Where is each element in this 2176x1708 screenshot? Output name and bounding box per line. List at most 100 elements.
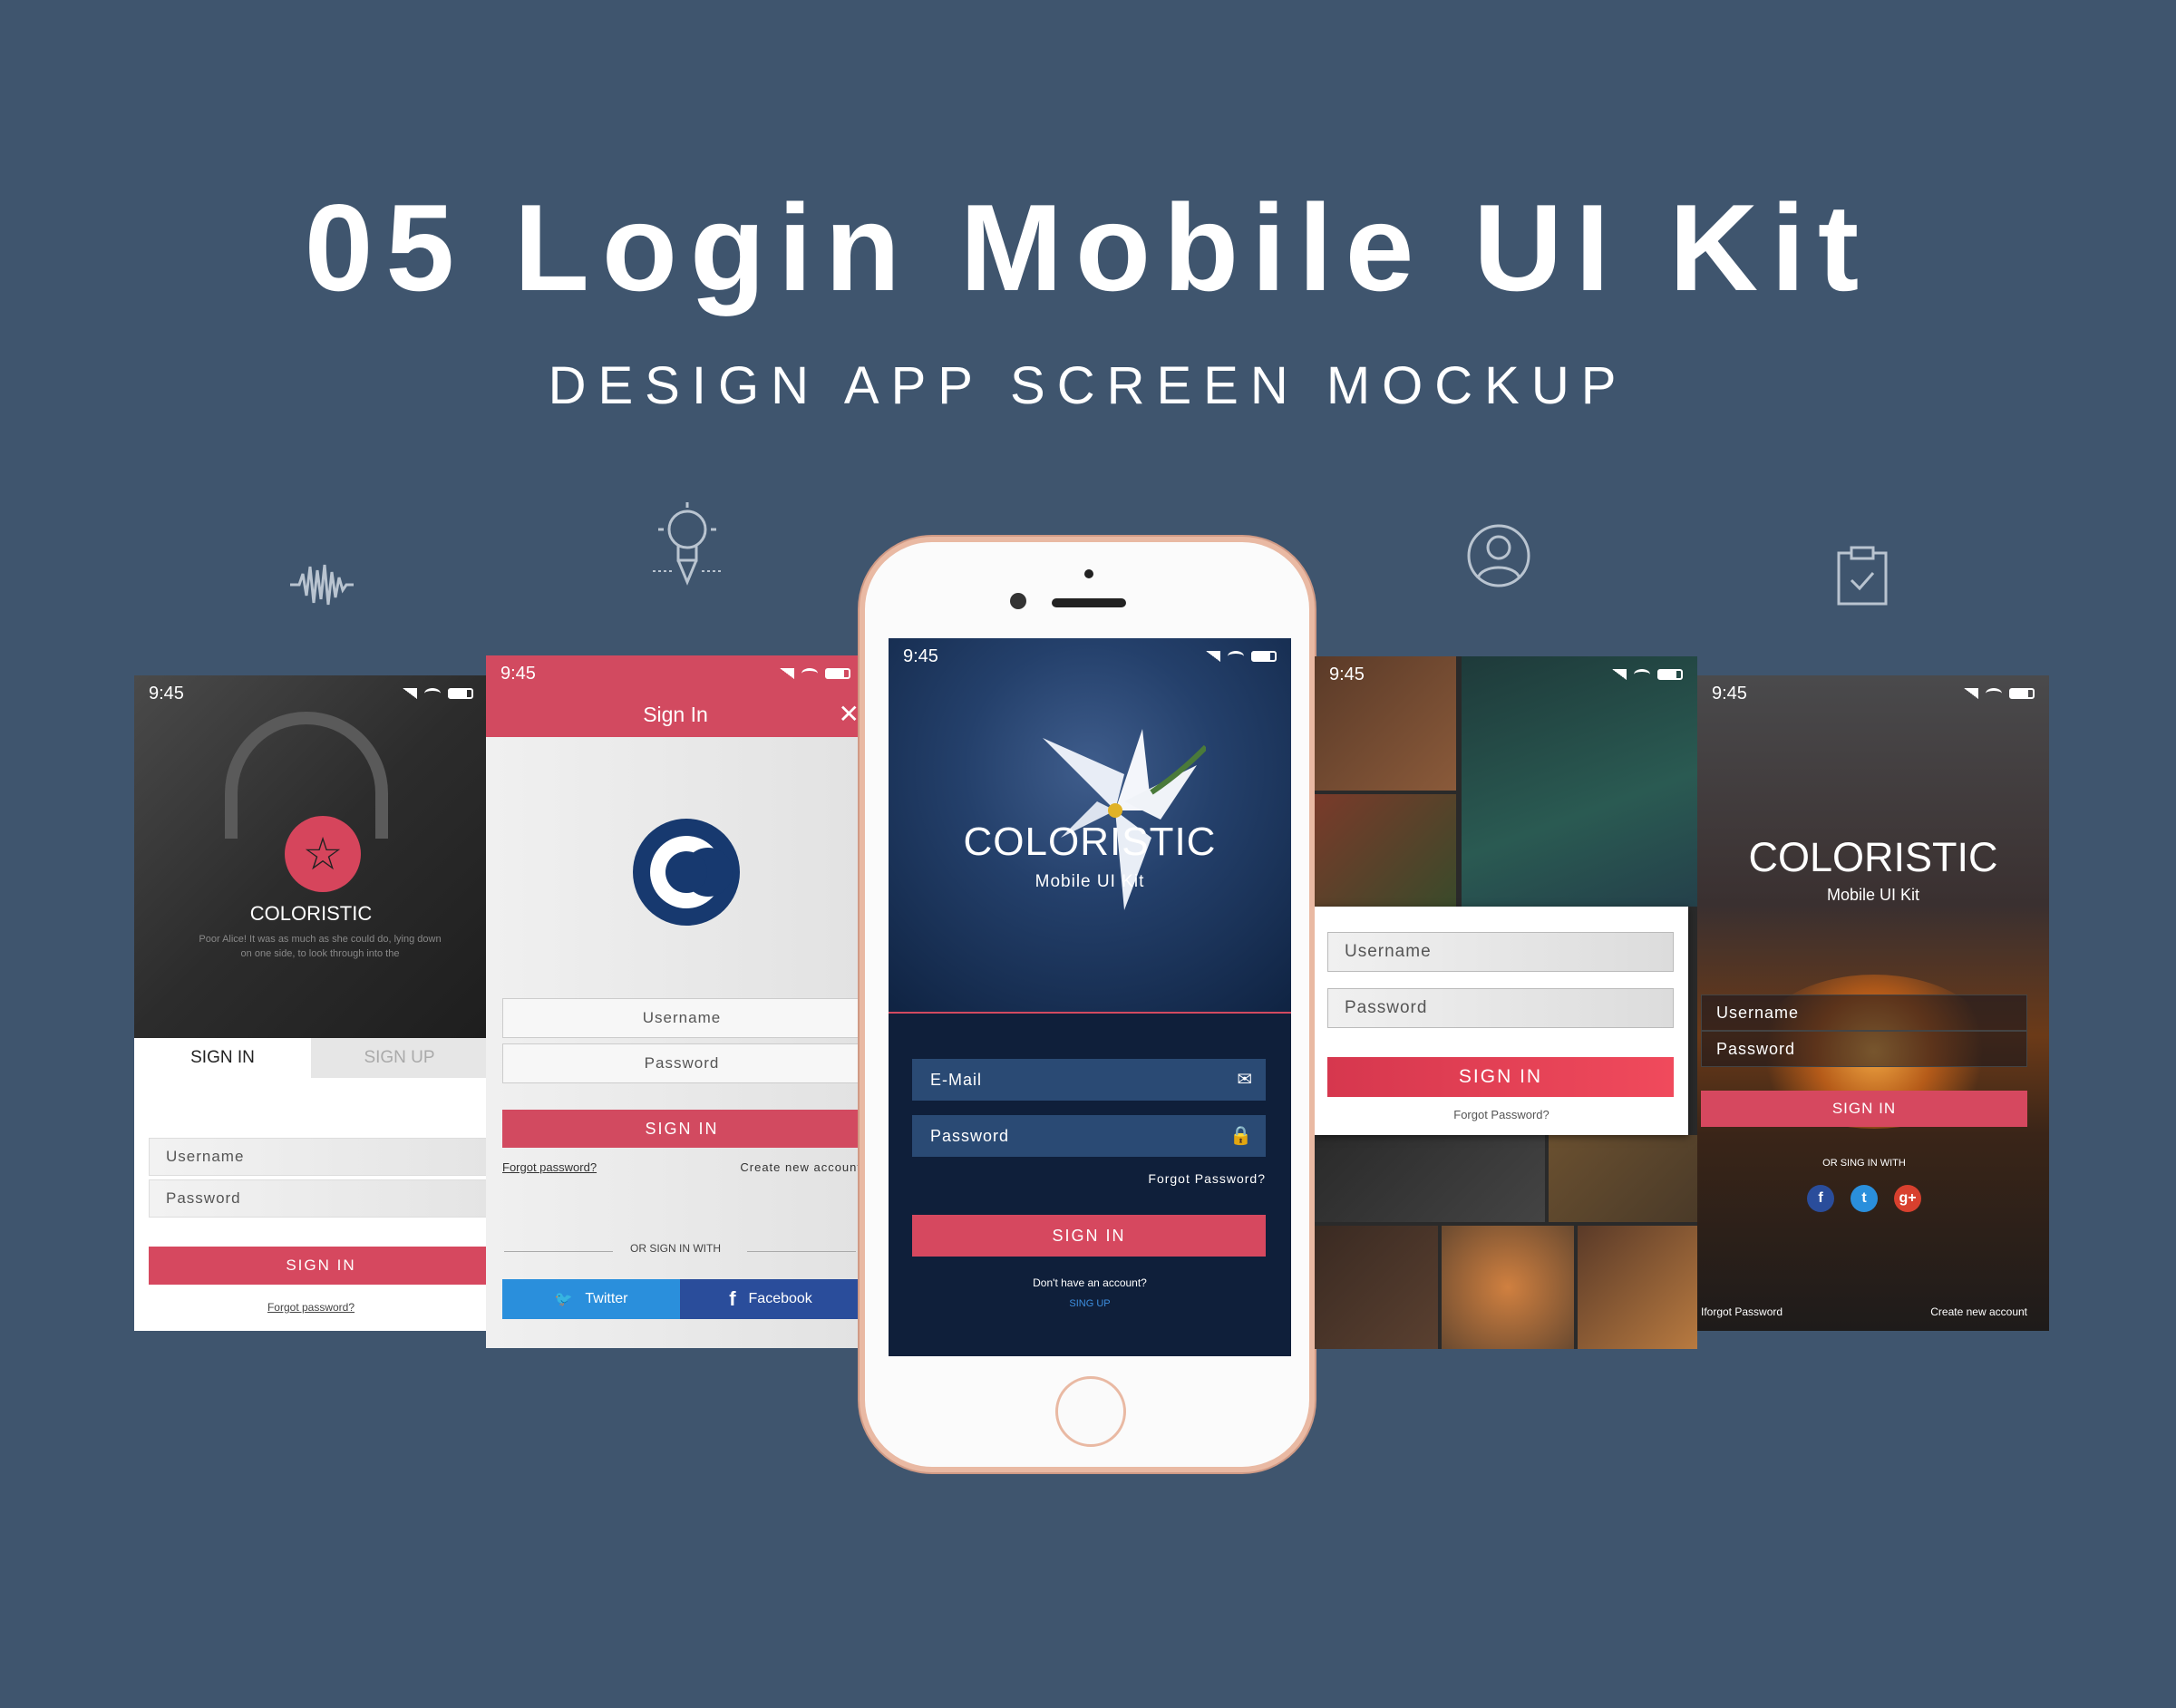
google-plus-icon[interactable]: g+ [1894,1185,1921,1212]
status-bar: 9:45 [1697,675,2049,712]
create-account-link[interactable]: Create new account [740,1160,861,1174]
page-title: 05 Login Mobile UI Kit [304,179,1872,316]
soup-photo [1442,1226,1574,1349]
divider [747,1251,856,1252]
forgot-password-link[interactable]: Forgot password? [502,1160,597,1174]
brand-subtitle: Mobile UI Kit [1826,886,1920,904]
no-account-text: Don't have an account? [1033,1276,1147,1289]
status-bar: 9:45 [486,655,865,692]
proximity-sensor [1084,569,1093,578]
or-sign-in-label: OR SING IN WITH [1822,1158,1906,1169]
wifi-icon [1986,688,2002,699]
password-input[interactable]: Password [1327,988,1674,1028]
brand-blurb: Poor Alice! It was as much as she could … [199,934,442,959]
woman-photo [1462,656,1697,907]
home-button[interactable] [1055,1376,1126,1447]
username-input[interactable]: Username [1327,932,1674,972]
password-input[interactable]: Password [1701,1031,2027,1067]
twitter-button[interactable]: 🐦 Twitter [502,1279,680,1319]
sign-in-button[interactable]: SIGN IN [912,1215,1266,1257]
food-photo [1549,1135,1697,1222]
forgot-password-link[interactable]: Iforgot Password [1701,1305,1783,1318]
spices-photo [1315,1226,1438,1349]
username-input[interactable]: Username [149,1138,488,1176]
signal-icon [780,668,794,679]
status-time: 9:45 [149,683,184,704]
food-photo [1315,1135,1545,1222]
user-icon [1465,522,1532,589]
hero-image: ☆ COLORISTIC Poor Alice! It was as much … [134,675,488,1038]
forgot-password-link[interactable]: Forgot Password? [1315,1108,1688,1121]
food-photo [1315,794,1456,907]
create-account-link[interactable]: Create new account [1930,1305,2027,1318]
twitter-icon[interactable]: t [1851,1185,1878,1212]
brand-name: COLORISTIC [1748,834,1998,880]
tab-sign-in[interactable]: SIGN IN [134,1038,311,1078]
hero-image: COLORISTIC Mobile UI Kit [889,638,1291,1012]
username-input[interactable]: Username [1701,995,2027,1031]
twitter-label: Twitter [585,1291,628,1306]
battery-icon [825,668,850,679]
forgot-password-link[interactable]: Forgot password? [134,1301,488,1314]
facebook-button[interactable]: f Facebook [680,1279,861,1319]
tab-sign-up[interactable]: SIGN UP [311,1038,488,1078]
mail-icon: ✉ [1237,1070,1253,1090]
battery-icon [448,688,473,699]
battery-icon [2009,688,2035,699]
password-input[interactable]: Password 🔒 [912,1115,1266,1157]
email-placeholder: E-Mail [930,1071,983,1089]
lightbulb-icon [649,500,725,589]
auth-tabs: SIGN IN SIGN UP [134,1038,488,1078]
login-screen-3: COLORISTIC Mobile UI Kit 9:45 E-Mail ✉ P… [889,638,1291,1356]
forgot-password-link[interactable]: Forgot Password? [1148,1171,1266,1186]
battery-icon [1251,651,1277,662]
or-sign-in-label: OR SIGN IN WITH [630,1242,721,1255]
signal-icon [1612,669,1627,680]
header-title: Sign In [643,703,708,726]
sign-in-button[interactable]: SIGN IN [1701,1091,2027,1127]
social-buttons: f t g+ [1697,1185,2031,1212]
page-subtitle: DESIGN APP SCREEN MOCKUP [548,356,1628,415]
facebook-icon: f [729,1287,736,1310]
facebook-icon[interactable]: f [1807,1185,1834,1212]
login-card: Username Password SIGN IN Forgot Passwor… [1315,907,1688,1135]
password-input[interactable]: Password [149,1179,488,1218]
soundwave-icon [288,558,355,612]
sign-up-link[interactable]: SING UP [889,1298,1291,1309]
signal-icon [403,688,417,699]
wifi-icon [801,668,818,679]
status-time: 9:45 [1329,664,1365,684]
sign-in-button[interactable]: SIGN IN [1327,1057,1674,1097]
status-time: 9:45 [903,645,938,666]
login-screen-5: 9:45 COLORISTIC Mobile UI Kit Username P… [1697,675,2049,1331]
status-bar: 9:45 [889,638,1291,674]
close-icon[interactable]: ✕ [839,699,860,729]
signal-icon [1964,688,1978,699]
divider [889,1012,1291,1014]
sign-in-button[interactable]: SIGN IN [149,1247,488,1285]
twitter-icon: 🐦 [554,1292,573,1307]
brand-name: COLORISTIC [963,820,1217,864]
brand-subtitle: Mobile UI Kit [1035,872,1145,891]
status-time: 9:45 [1712,683,1747,704]
wifi-icon [1228,651,1244,662]
pancakes-photo [1578,1226,1697,1349]
battery-icon [1657,669,1683,680]
login-screen-4: 9:45 Username Password SIGN IN Forgot Pa… [1315,656,1697,1349]
login-screen-2: 9:45 Sign In ✕ Username Password SIGN IN… [486,655,865,1348]
sign-in-button[interactable]: SIGN IN [502,1110,861,1148]
clipboard-icon [1835,546,1889,607]
username-input[interactable]: Username [502,998,861,1038]
wifi-icon [1634,669,1650,680]
status-time: 9:45 [500,663,536,684]
facebook-label: Facebook [748,1291,812,1306]
login-screen-1: ☆ COLORISTIC Poor Alice! It was as much … [134,675,488,1331]
signal-icon [1206,651,1220,662]
password-placeholder: Password [930,1127,1010,1145]
email-input[interactable]: E-Mail ✉ [912,1059,1266,1101]
password-input[interactable]: Password [502,1043,861,1083]
star-logo-icon: ☆ [285,816,361,892]
c-logo-icon [633,819,740,926]
front-camera [1010,593,1026,609]
status-bar: 9:45 [134,675,488,712]
